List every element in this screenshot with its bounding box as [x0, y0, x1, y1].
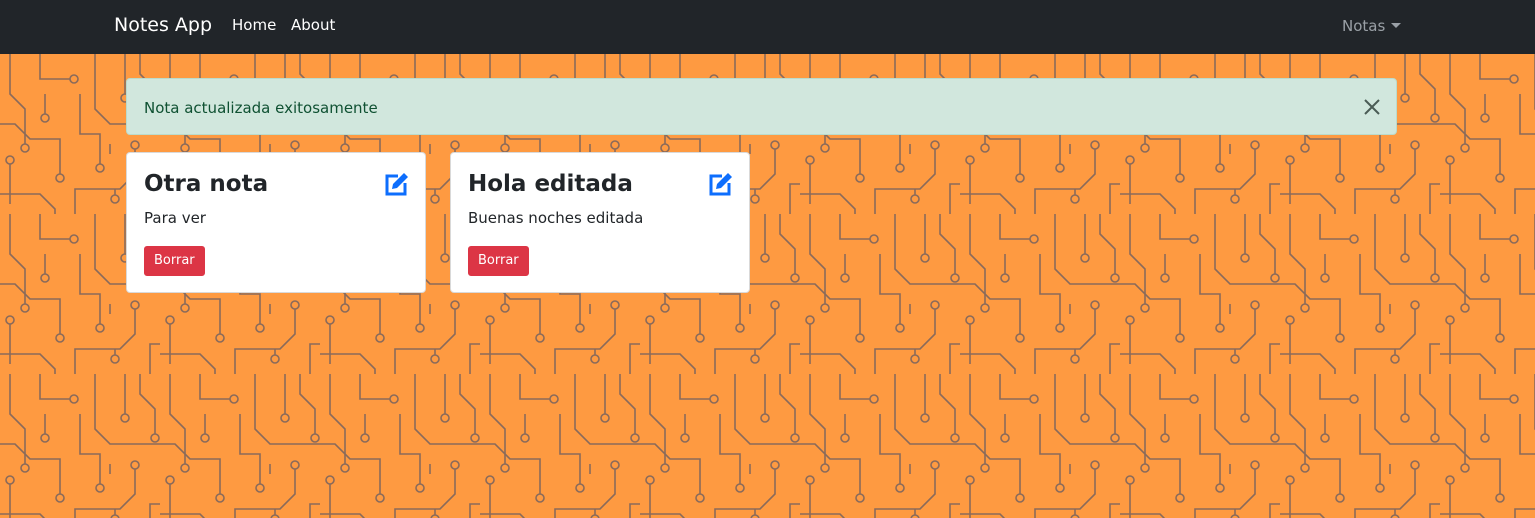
- note-title: Otra nota: [144, 171, 269, 197]
- notas-dropdown[interactable]: Notas: [1342, 17, 1402, 35]
- edit-icon[interactable]: [381, 170, 411, 200]
- success-alert: Nota actualizada exitosamente: [126, 78, 1397, 135]
- navbar: Notes App Home About Notas: [0, 0, 1535, 54]
- note-card: Otra nota Para ver Borrar: [126, 152, 426, 293]
- delete-button[interactable]: Borrar: [144, 246, 205, 276]
- nav-link-home[interactable]: Home: [232, 16, 276, 34]
- alert-message: Nota actualizada exitosamente: [144, 99, 378, 117]
- note-title: Hola editada: [468, 171, 633, 197]
- notas-dropdown-label: Notas: [1342, 17, 1386, 35]
- note-body: Buenas noches editada: [468, 209, 644, 227]
- edit-icon[interactable]: [705, 170, 735, 200]
- delete-button[interactable]: Borrar: [468, 246, 529, 276]
- caret-down-icon: [1391, 23, 1402, 28]
- close-icon[interactable]: [1361, 96, 1383, 118]
- note-card: Hola editada Buenas noches editada Borra…: [450, 152, 750, 293]
- nav-link-about[interactable]: About: [291, 16, 335, 34]
- brand-link[interactable]: Notes App: [114, 14, 212, 36]
- note-body: Para ver: [144, 209, 206, 227]
